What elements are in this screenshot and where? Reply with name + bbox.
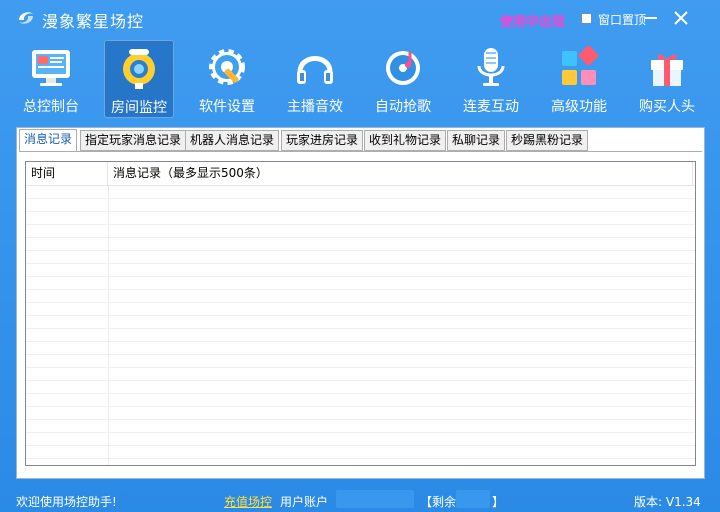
tool-buy-followers[interactable]: 购买人头 — [632, 40, 702, 118]
welcome-text: 欢迎使用场控助手! — [16, 495, 117, 509]
microphone-icon — [477, 48, 505, 86]
tool-auto-song[interactable]: 自动抢歌 — [368, 40, 438, 118]
music-disc-icon — [386, 51, 420, 85]
tool-room-monitor[interactable]: 房间监控 — [104, 40, 174, 118]
tool-dashboard[interactable]: 总控制台 — [16, 40, 86, 118]
tab-kick-blacklist[interactable]: 秒踢黑粉记录 — [506, 130, 589, 151]
tool-label: 房间监控 — [111, 100, 167, 116]
account-label: 用户账户 — [280, 495, 329, 509]
tab-player-messages[interactable]: 指定玩家消息记录 — [80, 130, 187, 151]
minimize-icon[interactable] — [641, 8, 661, 28]
column-separator — [108, 186, 109, 465]
status-bar: 欢迎使用场控助手! 充值场控 用户账户 【剩余 】 版本: V1.34 — [0, 486, 720, 512]
main-window: 漫象繁星场控 使用中出现 窗口置顶 总控制台 房间监控 软件设置 主播音效 自动… — [0, 0, 720, 512]
remaining-open: 【剩余 — [420, 495, 457, 509]
dashboard-icon — [32, 50, 70, 86]
tool-mic-interaction[interactable]: 连麦互动 — [456, 40, 526, 118]
title-bar[interactable]: 漫象繁星场控 使用中出现 窗口置顶 — [0, 0, 720, 36]
tool-advanced[interactable]: 高级功能 — [544, 40, 614, 118]
tab-gifts[interactable]: 收到礼物记录 — [364, 130, 447, 151]
tool-label: 购买人头 — [639, 99, 695, 115]
pin-window-label[interactable]: 窗口置顶 — [598, 11, 646, 28]
close-icon[interactable] — [671, 8, 691, 28]
tool-label: 连麦互动 — [463, 99, 519, 115]
remaining-close: 】 — [492, 495, 505, 509]
headphones-icon — [297, 56, 333, 84]
mode-status-text: 使用中出现 — [500, 15, 566, 30]
column-header-message[interactable]: 消息记录（最多显示500条） — [108, 162, 693, 185]
tool-label: 自动抢歌 — [375, 99, 431, 115]
camera-icon — [123, 49, 155, 89]
recharge-link[interactable]: 充值场控 — [224, 493, 272, 510]
app-logo-icon — [19, 12, 33, 24]
gear-wrench-icon — [209, 49, 245, 85]
tool-label: 主播音效 — [287, 99, 343, 115]
account-value-redacted — [336, 490, 414, 508]
tab-private-chat[interactable]: 私聊记录 — [447, 130, 506, 151]
version-text: 版本: V1.34 — [634, 495, 701, 509]
tab-messages[interactable]: 消息记录 — [19, 129, 78, 152]
list-header: 时间 消息记录（最多显示500条） — [26, 162, 695, 186]
list-rows — [26, 186, 695, 465]
pin-window-checkbox[interactable] — [581, 13, 592, 24]
tool-label: 总控制台 — [23, 99, 79, 115]
tab-room-entries[interactable]: 玩家进房记录 — [281, 130, 364, 151]
tab-robot-messages[interactable]: 机器人消息记录 — [185, 130, 280, 151]
tiles-icon — [562, 45, 599, 85]
tab-divider — [19, 151, 702, 152]
content-panel: 消息记录 指定玩家消息记录 机器人消息记录 玩家进房记录 收到礼物记录 私聊记录… — [16, 127, 705, 479]
remaining-value-redacted — [456, 490, 490, 508]
message-list[interactable]: 时间 消息记录（最多显示500条） — [25, 161, 696, 466]
app-title: 漫象繁星场控 — [42, 12, 145, 31]
main-toolbar: 总控制台 房间监控 软件设置 主播音效 自动抢歌 连麦互动 高级功能 购买人头 — [0, 38, 720, 120]
gift-icon — [651, 54, 683, 86]
column-header-time[interactable]: 时间 — [26, 162, 108, 185]
tool-label: 软件设置 — [199, 99, 255, 115]
tool-settings[interactable]: 软件设置 — [192, 40, 262, 118]
tool-sound-effects[interactable]: 主播音效 — [280, 40, 350, 118]
tool-label: 高级功能 — [551, 99, 607, 115]
